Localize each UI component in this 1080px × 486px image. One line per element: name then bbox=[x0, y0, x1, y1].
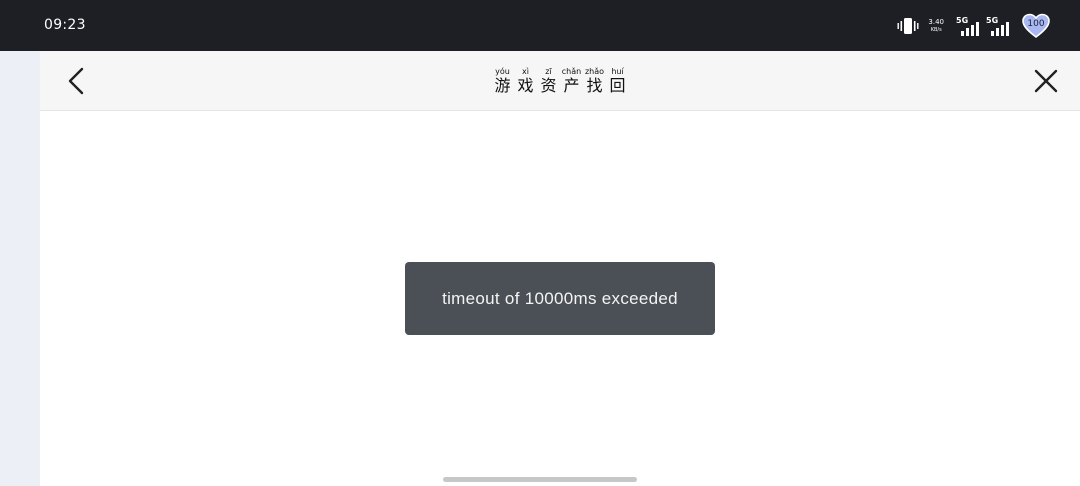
network-speed-value: 3.40 bbox=[928, 18, 944, 26]
title-hanzi: 资 bbox=[540, 76, 557, 95]
page-title: yóu 游 xì 戏 zī 资 chǎn 产 zhǎo 找 huí 回 bbox=[460, 67, 660, 95]
title-pinyin: zhǎo bbox=[584, 67, 605, 76]
sim1-signal: 5G bbox=[956, 16, 982, 36]
title-hanzi: 回 bbox=[609, 76, 626, 95]
status-bar: 09:23 3.40 KB/s 5G 5G 100 bbox=[0, 0, 1080, 51]
side-strip bbox=[0, 51, 40, 486]
error-toast: timeout of 10000ms exceeded bbox=[405, 262, 715, 335]
title-hanzi: 游 bbox=[494, 76, 511, 95]
battery: 100 bbox=[1022, 13, 1050, 39]
network-speed-unit: KB/s bbox=[930, 27, 942, 33]
vibrate-icon bbox=[897, 18, 919, 34]
title-pinyin: zī bbox=[545, 67, 552, 76]
nav-bar: yóu 游 xì 戏 zī 资 chǎn 产 zhǎo 找 huí 回 bbox=[40, 51, 1080, 111]
title-char: huí 回 bbox=[606, 67, 629, 95]
close-icon bbox=[1034, 69, 1058, 93]
status-time: 09:23 bbox=[44, 17, 86, 33]
back-button[interactable] bbox=[60, 65, 92, 97]
title-char: zī 资 bbox=[537, 67, 560, 95]
title-hanzi: 找 bbox=[586, 76, 603, 95]
title-pinyin: yóu bbox=[495, 67, 510, 76]
title-char: chǎn 产 bbox=[560, 67, 583, 95]
title-pinyin: xì bbox=[522, 67, 529, 76]
home-indicator[interactable] bbox=[443, 477, 637, 482]
signal-icon bbox=[991, 22, 1009, 36]
sim2-signal: 5G bbox=[986, 16, 1012, 36]
status-icons: 3.40 KB/s 5G 5G 100 bbox=[897, 12, 1050, 40]
title-char: zhǎo 找 bbox=[583, 67, 606, 95]
title-hanzi: 产 bbox=[563, 76, 580, 95]
title-char: xì 戏 bbox=[514, 67, 537, 95]
title-hanzi: 戏 bbox=[517, 76, 534, 95]
battery-level: 100 bbox=[1027, 19, 1045, 29]
title-pinyin: chǎn bbox=[561, 67, 582, 76]
network-speed: 3.40 KB/s bbox=[928, 19, 944, 33]
signal-icon bbox=[961, 22, 979, 36]
title-pinyin: huí bbox=[611, 67, 624, 76]
toast-message: timeout of 10000ms exceeded bbox=[442, 288, 678, 308]
close-button[interactable] bbox=[1030, 65, 1062, 97]
title-char: yóu 游 bbox=[491, 67, 514, 95]
chevron-left-icon bbox=[68, 67, 84, 95]
